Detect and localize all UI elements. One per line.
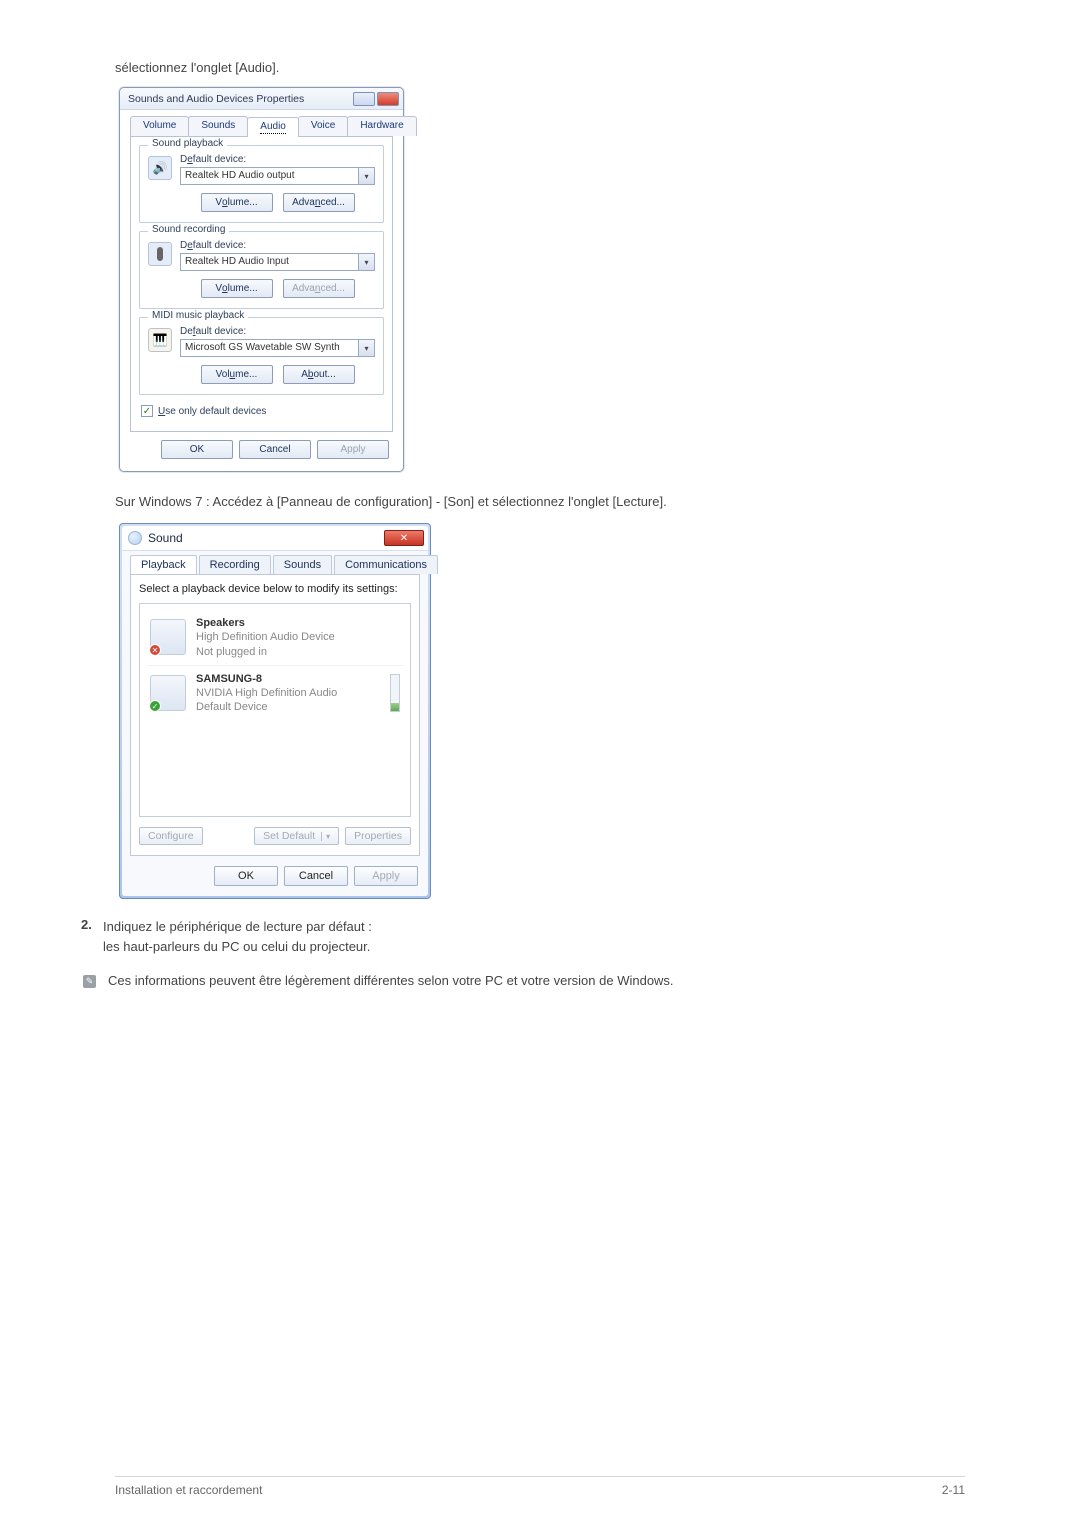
device-name: Speakers bbox=[196, 616, 400, 630]
apply-button: Apply bbox=[317, 440, 389, 459]
apply-button: Apply bbox=[354, 866, 418, 886]
note-icon: ✎ bbox=[83, 975, 96, 988]
midi-icon: 🎹 bbox=[148, 328, 172, 352]
win7-title: Sound bbox=[148, 531, 183, 545]
recording-advanced-button: Advanced... bbox=[283, 279, 355, 298]
list-item[interactable]: ✓ SAMSUNG-8 NVIDIA High Definition Audio… bbox=[146, 665, 404, 721]
close-icon[interactable]: ✕ bbox=[384, 530, 424, 546]
group-label: Sound recording bbox=[148, 224, 229, 235]
step-number: 2. bbox=[81, 917, 103, 932]
use-default-devices-checkbox[interactable]: ✓ Use only default devices bbox=[139, 403, 384, 421]
monitor-speaker-icon: ✓ bbox=[150, 675, 186, 711]
tab-sounds[interactable]: Sounds bbox=[188, 116, 248, 136]
intro-text: sélectionnez l'onglet [Audio]. bbox=[115, 60, 965, 75]
win7-titlebar[interactable]: Sound ✕ bbox=[122, 526, 428, 550]
playback-advanced-button[interactable]: Advanced... bbox=[283, 193, 355, 212]
chevron-down-icon: ▾ bbox=[321, 832, 330, 841]
list-item[interactable]: ✕ Speakers High Definition Audio Device … bbox=[146, 610, 404, 665]
cancel-button[interactable]: Cancel bbox=[284, 866, 348, 886]
tab-playback[interactable]: Playback bbox=[130, 555, 197, 574]
chevron-down-icon[interactable]: ▾ bbox=[358, 168, 374, 184]
tab-volume[interactable]: Volume bbox=[130, 116, 189, 136]
microphone-icon bbox=[148, 242, 172, 266]
xp-titlebar[interactable]: Sounds and Audio Devices Properties bbox=[120, 88, 403, 110]
midi-volume-button[interactable]: Volume... bbox=[201, 365, 273, 384]
xp-title: Sounds and Audio Devices Properties bbox=[128, 93, 304, 105]
note-text: Ces informations peuvent être légèrement… bbox=[108, 973, 674, 988]
playback-volume-button[interactable]: Volume... bbox=[201, 193, 273, 212]
win7-intro-text: Sur Windows 7 : Accédez à [Panneau de co… bbox=[115, 494, 965, 509]
volume-meter bbox=[390, 674, 400, 712]
step-text: Indiquez le périphérique de lecture par … bbox=[103, 919, 372, 934]
playback-device-list[interactable]: ✕ Speakers High Definition Audio Device … bbox=[139, 603, 411, 817]
default-device-label: Default device: bbox=[180, 240, 375, 251]
cancel-button[interactable]: Cancel bbox=[239, 440, 311, 459]
configure-button: Configure bbox=[139, 827, 203, 845]
help-icon[interactable] bbox=[353, 92, 375, 106]
group-label: MIDI music playback bbox=[148, 310, 248, 321]
tab-audio[interactable]: Audio bbox=[247, 117, 299, 137]
midi-about-button[interactable]: About... bbox=[283, 365, 355, 384]
tab-hardware[interactable]: Hardware bbox=[347, 116, 416, 136]
chevron-down-icon[interactable]: ▾ bbox=[358, 254, 374, 270]
footer-pagenum: 2-11 bbox=[942, 1483, 965, 1497]
recording-volume-button[interactable]: Volume... bbox=[201, 279, 273, 298]
speaker-icon: 🔊 bbox=[148, 156, 172, 180]
checkbox-icon[interactable]: ✓ bbox=[141, 405, 153, 417]
tab-sounds[interactable]: Sounds bbox=[273, 555, 332, 574]
footer-section: Installation et raccordement bbox=[115, 1483, 262, 1497]
ok-button[interactable]: OK bbox=[214, 866, 278, 886]
group-midi-playback: MIDI music playback 🎹 Default device: Mi… bbox=[139, 317, 384, 395]
xp-tabs: Volume Sounds Audio Voice Hardware bbox=[130, 116, 393, 136]
group-label: Sound playback bbox=[148, 138, 227, 149]
win7-sound-dialog: Sound ✕ Playback Recording Sounds Commun… bbox=[119, 523, 431, 899]
device-status: Default Device bbox=[196, 700, 380, 714]
device-name: SAMSUNG-8 bbox=[196, 672, 380, 686]
group-sound-playback: Sound playback 🔊 Default device: Realtek… bbox=[139, 145, 384, 223]
tab-communications[interactable]: Communications bbox=[334, 555, 438, 574]
device-status: Not plugged in bbox=[196, 645, 400, 659]
win7-tabs: Playback Recording Sounds Communications bbox=[130, 555, 420, 574]
set-default-button: Set Default▾ bbox=[254, 827, 339, 845]
default-device-label: Default device: bbox=[180, 154, 375, 165]
speaker-icon: ✕ bbox=[150, 619, 186, 655]
device-driver: High Definition Audio Device bbox=[196, 630, 400, 644]
xp-sounds-dialog: Sounds and Audio Devices Properties Volu… bbox=[119, 87, 404, 472]
ok-button[interactable]: OK bbox=[161, 440, 233, 459]
instruction-text: Select a playback device below to modify… bbox=[139, 583, 411, 595]
sound-icon bbox=[128, 531, 142, 545]
tab-recording[interactable]: Recording bbox=[199, 555, 271, 574]
status-badge: ✓ bbox=[149, 700, 161, 712]
chevron-down-icon[interactable]: ▾ bbox=[358, 340, 374, 356]
close-icon[interactable] bbox=[377, 92, 399, 106]
status-badge: ✕ bbox=[149, 644, 161, 656]
midi-device-combo[interactable]: Microsoft GS Wavetable SW Synth ▾ bbox=[180, 339, 375, 357]
page-footer: Installation et raccordement 2-11 bbox=[115, 1476, 965, 1497]
group-sound-recording: Sound recording Default device: Realtek … bbox=[139, 231, 384, 309]
properties-button: Properties bbox=[345, 827, 411, 845]
step-text: les haut-parleurs du PC ou celui du proj… bbox=[103, 939, 370, 954]
device-driver: NVIDIA High Definition Audio bbox=[196, 686, 380, 700]
default-device-label: Default device: bbox=[180, 326, 375, 337]
playback-device-combo[interactable]: Realtek HD Audio output ▾ bbox=[180, 167, 375, 185]
tab-voice[interactable]: Voice bbox=[298, 116, 348, 136]
recording-device-combo[interactable]: Realtek HD Audio Input ▾ bbox=[180, 253, 375, 271]
